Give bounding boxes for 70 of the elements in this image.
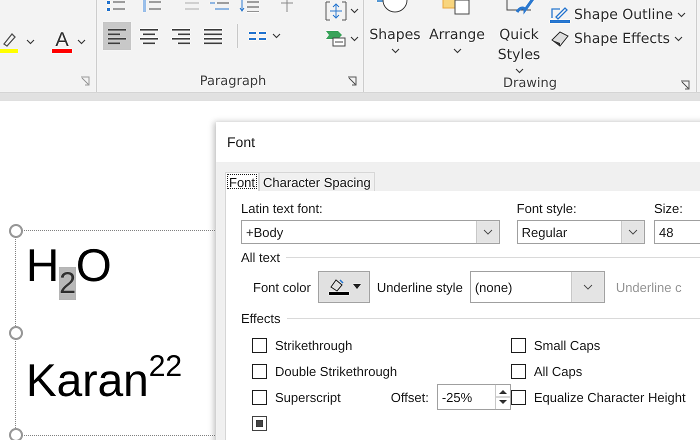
smartart-convert-icon[interactable] <box>325 29 347 49</box>
arrange-button[interactable]: Arrange <box>426 0 488 54</box>
shape-outline-button[interactable]: Shape Outline <box>550 6 686 24</box>
shapes-button[interactable]: Shapes <box>364 0 426 54</box>
chevron-icon[interactable] <box>350 8 359 14</box>
checkbox[interactable] <box>252 338 267 352</box>
dialog-launcher-icon[interactable] <box>680 80 690 90</box>
checkbox[interactable] <box>510 390 526 404</box>
checkbox-label: Small Caps <box>534 338 600 352</box>
resize-handle[interactable] <box>9 224 23 238</box>
slide-text: Karan$^{22}$ <box>26 350 182 406</box>
chevron-icon[interactable] <box>26 39 35 45</box>
chevron-icon <box>628 229 638 235</box>
resize-handle[interactable] <box>9 428 23 440</box>
align-right-icon <box>171 27 191 45</box>
pencil-icon <box>550 6 570 24</box>
field-label: Underline c <box>616 280 682 294</box>
offset-spinner[interactable]: -25% <box>436 384 511 410</box>
styles-button[interactable]: Quick Styles <box>488 0 550 74</box>
dialog-launcher-icon[interactable] <box>347 76 357 86</box>
dialog-title: Font <box>227 134 256 150</box>
columns-icon[interactable] <box>248 30 268 42</box>
align-text-icon[interactable] <box>325 1 347 21</box>
checkbox[interactable] <box>252 364 267 378</box>
checkbox-label: Equalize Character Height <box>534 390 686 404</box>
checkbox[interactable] <box>252 416 267 430</box>
chevron-icon[interactable] <box>676 12 686 18</box>
chevron-icon[interactable] <box>452 48 462 54</box>
chevron-icon[interactable] <box>350 36 359 42</box>
checkbox[interactable] <box>252 390 267 404</box>
font-style-dropdown[interactable]: Regular <box>516 220 645 244</box>
align-center-icon <box>139 27 159 45</box>
chevron-icon <box>483 229 493 235</box>
size-field[interactable]: 48 <box>654 220 700 244</box>
dialog-tab[interactable]: Font <box>225 172 260 191</box>
slide-text: H$_{2}$O <box>26 239 112 302</box>
group-label: Paragraph <box>200 74 266 88</box>
resize-handle[interactable] <box>9 326 23 340</box>
field-label: Underline style <box>376 280 463 294</box>
checkbox-label: Superscript <box>275 390 341 404</box>
field-label: Size: <box>654 201 684 216</box>
section-heading: Effects <box>241 311 281 326</box>
checkbox-label: Double Strikethrough <box>275 364 398 378</box>
chevron-icon <box>582 284 593 290</box>
field-label: Font color <box>253 280 311 294</box>
chevron-icon[interactable] <box>514 68 524 74</box>
increase-indent-icon[interactable] <box>209 0 231 12</box>
font-color-picker[interactable] <box>318 271 370 303</box>
group-label: Drawing <box>502 76 558 90</box>
checkbox[interactable] <box>510 338 526 352</box>
align-button[interactable] <box>103 22 131 50</box>
chevron-icon[interactable] <box>272 33 281 39</box>
eraser-icon <box>550 30 570 48</box>
field-label: Font style: <box>516 201 578 216</box>
dialog-tab[interactable]: Character Spacing <box>259 172 375 191</box>
chevron-icon[interactable] <box>674 36 683 42</box>
align-left-icon <box>107 27 127 45</box>
checkbox[interactable] <box>510 364 526 378</box>
field-label: Offset: <box>390 390 429 404</box>
font-color-button[interactable]: A <box>51 31 73 53</box>
checkbox-label: All Caps <box>534 364 582 378</box>
shape-effects-button[interactable]: Shape Effects <box>550 30 686 48</box>
latin-font-dropdown[interactable]: +Body <box>241 220 500 244</box>
chevron-icon[interactable] <box>390 48 400 54</box>
field-label: Latin text font: <box>241 201 324 216</box>
chevron-icon[interactable] <box>77 39 86 45</box>
section-heading: All text <box>241 250 280 265</box>
align-justify-icon <box>203 27 223 45</box>
underline-style-dropdown[interactable]: (none) <box>470 271 605 303</box>
checkbox-label: Strikethrough <box>275 338 352 352</box>
